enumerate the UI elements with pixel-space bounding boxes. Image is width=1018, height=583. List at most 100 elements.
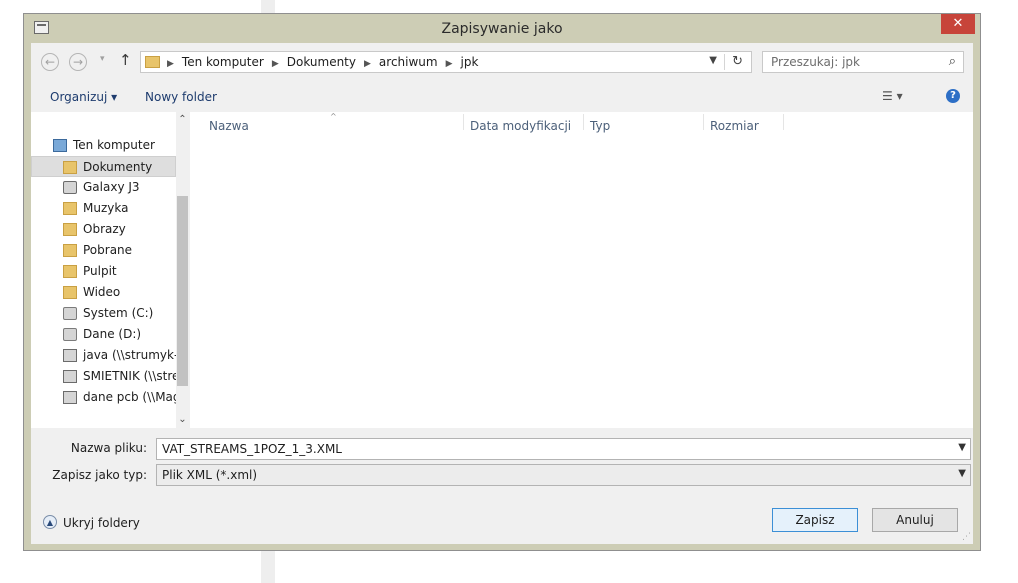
sidebar-item-muzyka[interactable]: Muzyka — [31, 198, 176, 219]
title-bar[interactable]: Zapisywanie jako ✕ — [24, 14, 980, 44]
search-placeholder: Przeszukaj: jpk — [771, 55, 860, 69]
navigation-bar: ← → ▾ ↑ ▶ Ten komputer ▶ Dokumenty ▶ archiwum… — [31, 43, 973, 81]
dialog-title: Zapisywanie jako — [441, 21, 563, 37]
help-icon[interactable]: ? — [946, 89, 960, 103]
sidebar-item-label: SMIETNIK (\\stre — [83, 369, 176, 383]
drive-icon — [63, 328, 77, 341]
column-header-date-modified[interactable]: Data modyfikacji — [470, 119, 571, 133]
up-button[interactable]: ↑ — [119, 51, 132, 69]
sidebar-item-dane-d[interactable]: Dane (D:) — [31, 324, 176, 345]
filename-value: VAT_STREAMS_1POZ_1_3.XML — [162, 442, 342, 456]
resize-grip-icon[interactable]: ⋰ — [962, 532, 971, 542]
breadcrumb-separator-icon: ▶ — [364, 59, 371, 69]
sidebar-item-wideo[interactable]: Wideo — [31, 282, 176, 303]
save-fields: Nazwa pliku: VAT_STREAMS_1POZ_1_3.XML ▼ … — [31, 428, 973, 488]
refresh-icon[interactable]: ↻ — [732, 54, 743, 69]
sidebar-item-label: Galaxy J3 — [83, 180, 140, 194]
sidebar-item-label: Dane (D:) — [83, 327, 142, 341]
file-list[interactable]: ^ Nazwa Data modyfikacji Typ Rozmiar — [190, 112, 973, 428]
filename-field[interactable]: VAT_STREAMS_1POZ_1_3.XML ▼ — [156, 438, 971, 460]
chevron-down-icon[interactable]: ▼ — [958, 468, 966, 479]
folder-icon — [145, 56, 160, 68]
collapse-up-icon: ▲ — [43, 515, 57, 529]
drive-icon — [63, 307, 77, 320]
sidebar-item-label: Ten komputer — [73, 138, 155, 152]
folder-icon — [63, 265, 77, 278]
back-button[interactable]: ← — [41, 53, 59, 71]
column-header-size[interactable]: Rozmiar — [710, 119, 759, 133]
scroll-down-icon[interactable]: ⌄ — [176, 412, 189, 428]
sidebar-item-label: java (\\strumyk-r — [83, 348, 176, 362]
cancel-button[interactable]: Anuluj — [872, 508, 958, 532]
breadcrumb-item[interactable]: jpk — [461, 55, 479, 69]
sidebar-item-label: Dokumenty — [83, 160, 153, 174]
column-header-type[interactable]: Typ — [590, 119, 610, 133]
sidebar-item-dane-pcb[interactable]: dane pcb (\\Mag — [31, 387, 176, 408]
breadcrumb-item[interactable]: Ten komputer — [182, 55, 264, 69]
sidebar-item-java[interactable]: java (\\strumyk-r — [31, 345, 176, 366]
folder-icon — [63, 161, 77, 174]
breadcrumb-separator-icon: ▶ — [445, 59, 453, 69]
new-folder-button[interactable]: Nowy folder — [145, 90, 217, 104]
chevron-down-icon[interactable]: ▼ — [958, 442, 966, 453]
breadcrumb-item[interactable]: Dokumenty — [287, 55, 356, 69]
scroll-thumb[interactable] — [177, 196, 188, 386]
sidebar-item-label: System (C:) — [83, 306, 154, 320]
sidebar-item-label: Muzyka — [83, 201, 129, 215]
column-divider[interactable] — [463, 114, 464, 130]
scroll-up-icon[interactable]: ⌃ — [176, 112, 189, 128]
camera-icon — [63, 181, 77, 194]
sidebar-item-galaxy-j3[interactable]: Galaxy J3 — [31, 177, 176, 198]
file-type-value: Plik XML (*.xml) — [162, 468, 258, 482]
folder-icon — [63, 286, 77, 299]
command-toolbar: Organizuj ▾ Nowy folder ☰ ▾ ? — [31, 81, 973, 112]
sort-ascending-icon: ^ — [330, 112, 337, 121]
breadcrumb: ▶ Ten komputer ▶ Dokumenty ▶ archiwum ▶ jpk — [167, 55, 478, 69]
sidebar-item-pobrane[interactable]: Pobrane — [31, 240, 176, 261]
save-as-dialog: Zapisywanie jako ✕ ← → ▾ ↑ ▶ Ten komputer… — [23, 13, 981, 551]
sidebar-item-label: Pobrane — [83, 243, 133, 257]
sidebar-item-obrazy[interactable]: Obrazy — [31, 219, 176, 240]
divider — [724, 54, 725, 70]
search-icon[interactable]: ⌕ — [949, 54, 956, 69]
breadcrumb-separator-icon: ▶ — [271, 59, 279, 69]
dialog-client-area: ← → ▾ ↑ ▶ Ten komputer ▶ Dokumenty ▶ archiwum… — [31, 43, 973, 544]
close-button[interactable]: ✕ — [941, 14, 975, 34]
column-divider[interactable] — [783, 114, 784, 130]
filename-label: Nazwa pliku: — [70, 441, 147, 455]
sidebar-item-smietnik[interactable]: SMIETNIK (\\stre — [31, 366, 176, 387]
recent-locations-chevron-icon[interactable]: ▾ — [100, 54, 105, 64]
sidebar-item-label: dane pcb (\\Mag — [83, 390, 176, 404]
file-type-label: Zapisz jako typ: — [52, 468, 147, 482]
sidebar-item-pulpit[interactable]: Pulpit — [31, 261, 176, 282]
folder-icon — [63, 202, 77, 215]
file-type-select[interactable]: Plik XML (*.xml) ▼ — [156, 464, 971, 486]
search-input[interactable]: Przeszukaj: jpk ⌕ — [762, 51, 964, 73]
computer-icon — [53, 139, 67, 152]
sidebar-item-label: Wideo — [83, 285, 121, 299]
address-history-chevron-icon[interactable]: ▼ — [709, 55, 717, 66]
folder-icon — [63, 223, 77, 236]
folder-icon — [63, 244, 77, 257]
change-view-icon[interactable]: ☰ ▾ — [882, 89, 903, 103]
forward-button[interactable]: → — [69, 53, 87, 71]
column-divider[interactable] — [583, 114, 584, 130]
save-button[interactable]: Zapisz — [772, 508, 858, 532]
column-divider[interactable] — [703, 114, 704, 130]
breadcrumb-separator-icon: ▶ — [167, 59, 174, 69]
navigation-pane-scrollbar[interactable]: ⌃ ⌄ — [176, 112, 189, 428]
sidebar-item-ten-komputer[interactable]: Ten komputer — [31, 135, 176, 156]
network-drive-icon — [63, 370, 77, 383]
network-drive-icon — [63, 349, 77, 362]
sidebar-item-dokumenty[interactable]: Dokumenty — [31, 156, 176, 177]
column-header-name[interactable]: Nazwa — [209, 119, 249, 133]
sidebar-item-label: Obrazy — [83, 222, 126, 236]
address-bar[interactable]: ▶ Ten komputer ▶ Dokumenty ▶ archiwum ▶ jpk ▼ ↻ — [140, 51, 752, 73]
navigation-pane: Ten komputer Dokumenty Galaxy J3 Muzyka … — [31, 112, 189, 428]
breadcrumb-item[interactable]: archiwum — [379, 55, 438, 69]
organize-button[interactable]: Organizuj ▾ — [50, 90, 117, 104]
network-drive-icon — [63, 391, 77, 404]
sidebar-item-label: Pulpit — [83, 264, 117, 278]
sidebar-item-system-c[interactable]: System (C:) — [31, 303, 176, 324]
hide-folders-label: Ukryj foldery — [63, 516, 140, 530]
